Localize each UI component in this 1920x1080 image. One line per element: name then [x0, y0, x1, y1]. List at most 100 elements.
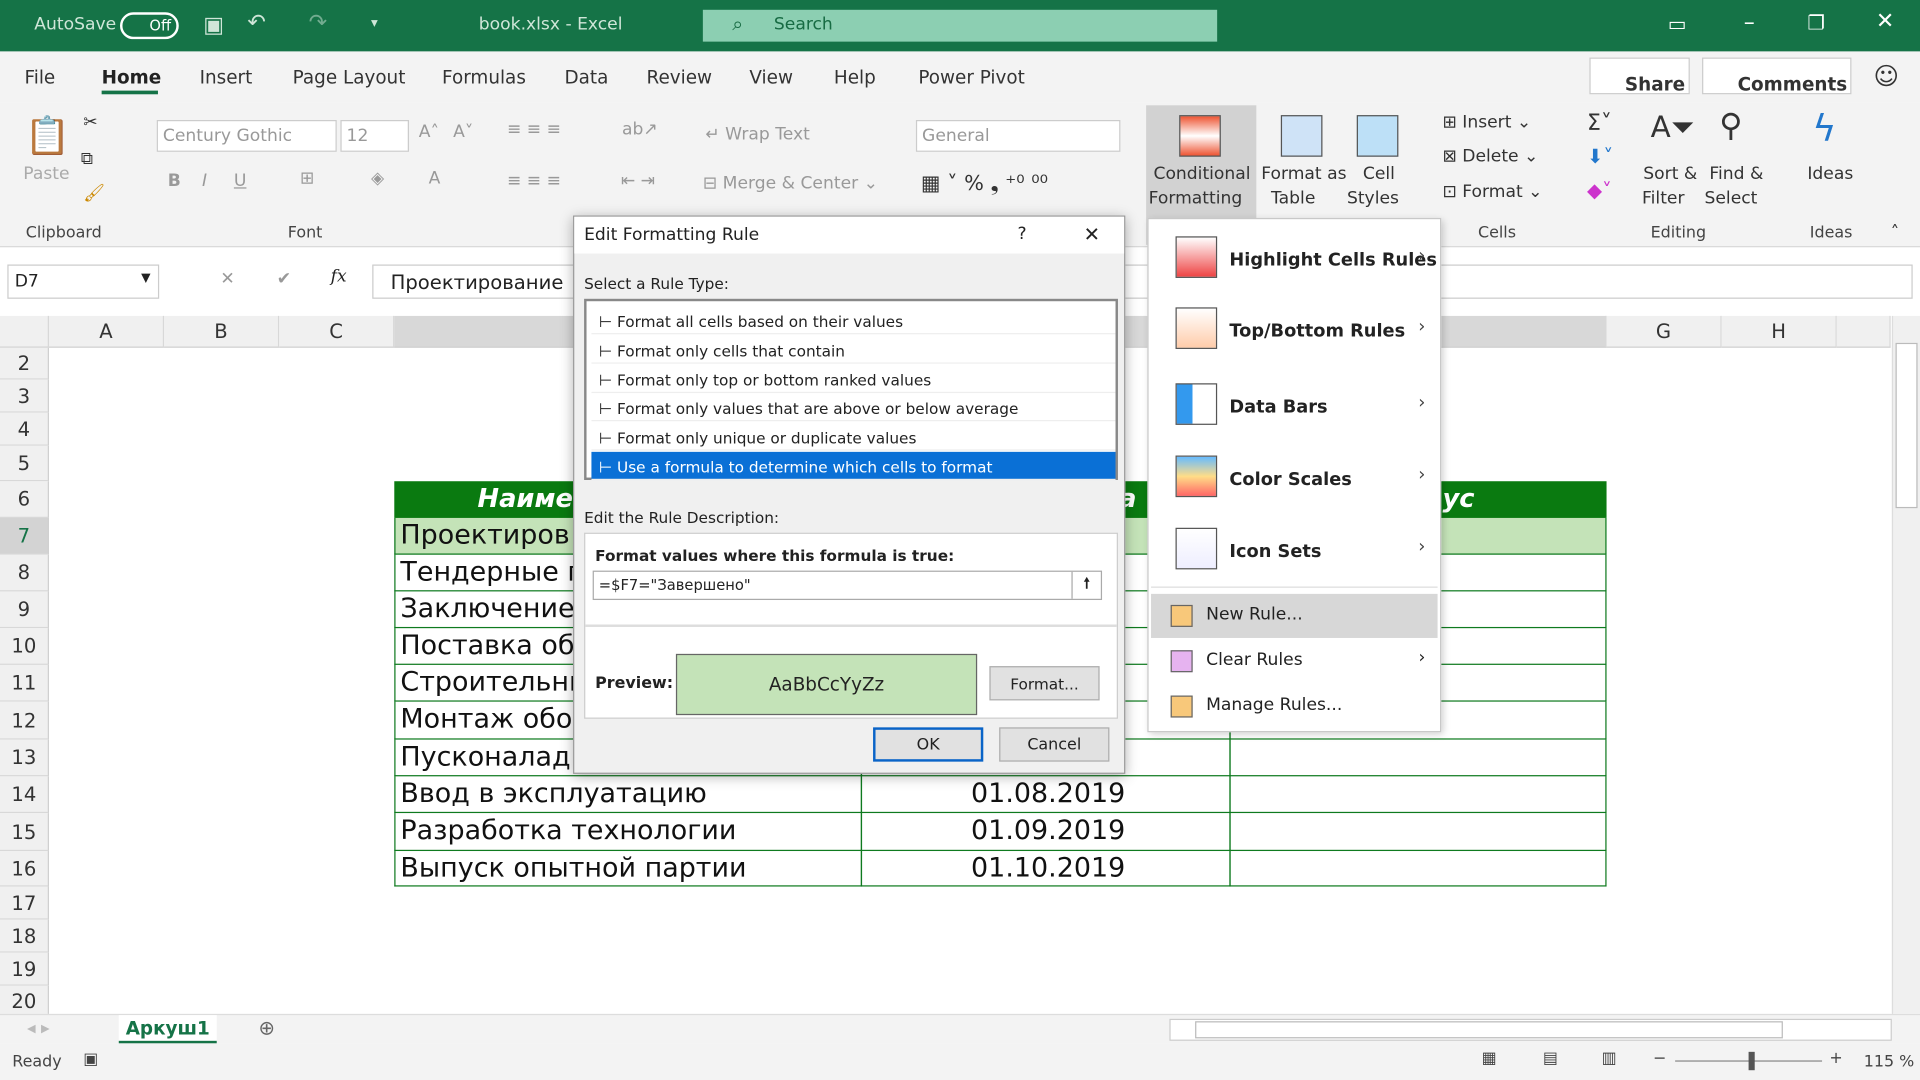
tab-home[interactable]: Home — [102, 66, 162, 88]
sheet-tab[interactable]: Аркуш1 — [118, 1015, 217, 1045]
confirm-entry-icon[interactable]: ✔ — [277, 269, 291, 289]
insert-function-icon[interactable]: fx — [331, 267, 347, 287]
row-header[interactable]: 6 — [0, 481, 49, 518]
select-all[interactable] — [0, 315, 49, 348]
column-header[interactable]: B — [164, 315, 280, 348]
row-header[interactable]: 17 — [0, 886, 49, 920]
font-name-box[interactable]: Century Gothic — [156, 120, 337, 152]
format-as-table-icon[interactable] — [1280, 115, 1323, 157]
date-cell[interactable]: 01.10.2019 — [860, 851, 1231, 887]
row-header[interactable]: 4 — [0, 412, 49, 446]
comments-button[interactable]: Comments — [1702, 57, 1852, 96]
share-button[interactable]: Share — [1589, 57, 1690, 96]
search-box[interactable]: ⌕ Search — [702, 9, 1218, 42]
tab-formulas[interactable]: Formulas — [442, 66, 526, 88]
align-top-icon[interactable]: ≡ ≡ ≡ — [507, 120, 561, 140]
vertical-scrollbar[interactable] — [1891, 315, 1920, 1014]
row-header[interactable]: 8 — [0, 554, 49, 592]
status-cell[interactable] — [1229, 776, 1607, 814]
underline-icon[interactable]: U — [234, 171, 247, 191]
rule-type-list[interactable]: ⊢ Format all cells based on their values… — [584, 298, 1118, 481]
ribbon-display-icon[interactable]: ▭ — [1668, 12, 1687, 35]
row-header[interactable]: 11 — [0, 664, 49, 702]
menu-item[interactable]: Highlight Cells Rules › — [1151, 236, 1438, 290]
minimize-button[interactable]: – — [1744, 10, 1755, 36]
row-header[interactable]: 14 — [0, 776, 49, 814]
increase-font-icon[interactable]: A˄ — [419, 122, 439, 142]
number-format-box[interactable]: General — [915, 120, 1121, 152]
autosave-toggle[interactable]: Off — [120, 12, 179, 40]
font-color-icon[interactable]: A — [429, 169, 441, 189]
tab-insert[interactable]: Insert — [200, 66, 253, 88]
borders-icon[interactable]: ⊞ — [300, 169, 314, 189]
rule-type-item[interactable]: ⊢ Format only cells that contain — [591, 335, 1116, 364]
task-name-cell[interactable]: Выпуск опытной партии — [394, 851, 863, 887]
rule-type-item[interactable]: ⊢ Format only top or bottom ranked value… — [591, 364, 1116, 393]
tab-review[interactable]: Review — [647, 66, 713, 88]
row-header[interactable]: 9 — [0, 591, 49, 629]
column-header[interactable]: H — [1721, 315, 1837, 348]
font-size-box[interactable]: 12 — [340, 120, 409, 152]
cancel-entry-icon[interactable]: ✕ — [220, 269, 234, 289]
name-box[interactable]: D7 ▼ — [7, 264, 160, 299]
row-header[interactable]: 7 — [0, 517, 49, 555]
insert-cells-button[interactable]: ⊞ Insert ⌄ — [1442, 113, 1531, 133]
zoom-level[interactable]: 115 % — [1864, 1053, 1915, 1071]
rule-type-item[interactable]: ⊢ Format only values that are above or b… — [591, 394, 1116, 422]
copy-icon[interactable]: ⧉ — [81, 149, 93, 169]
menu-item[interactable]: Data Bars › — [1151, 383, 1438, 437]
tab-page-layout[interactable]: Page Layout — [293, 66, 406, 88]
tab-data[interactable]: Data — [564, 66, 608, 88]
orientation-icon[interactable]: ab↗ — [622, 120, 658, 140]
normal-view-icon[interactable]: ▦ — [1482, 1049, 1497, 1067]
cancel-button[interactable]: Cancel — [999, 727, 1110, 762]
save-icon[interactable]: ▣ — [203, 12, 224, 38]
row-header[interactable]: 18 — [0, 919, 49, 953]
task-name-cell[interactable]: Разработка технологии — [394, 813, 863, 852]
row-header[interactable]: 20 — [0, 985, 49, 1017]
rule-type-item[interactable]: ⊢ Format only unique or duplicate values — [591, 423, 1116, 451]
collapse-ribbon-icon[interactable]: ˄ — [1891, 223, 1900, 243]
column-header[interactable]: G — [1606, 315, 1722, 348]
row-header[interactable]: 5 — [0, 445, 49, 482]
decrease-font-icon[interactable]: A˅ — [453, 122, 473, 142]
menu-item[interactable]: Color Scales › — [1151, 455, 1438, 510]
task-name-cell[interactable]: Ввод в эксплуатацию — [394, 776, 863, 814]
tab-help[interactable]: Help — [834, 66, 876, 88]
date-cell[interactable]: 01.09.2019 — [860, 813, 1231, 852]
number-format-icons[interactable]: ▦ ˅ % ❟ ⁺⁰ ⁰⁰ — [921, 171, 1048, 195]
row-header[interactable]: 19 — [0, 952, 49, 986]
rule-type-item[interactable]: ⊢ Use a formula to determine which cells… — [591, 451, 1116, 481]
undo-icon[interactable]: ↶ — [247, 10, 265, 36]
zoom-in-icon[interactable]: + — [1829, 1049, 1842, 1067]
ok-button[interactable]: OK — [873, 727, 984, 762]
menu-clear-rules[interactable]: Clear Rules › — [1151, 639, 1438, 683]
status-cell[interactable] — [1229, 739, 1607, 777]
indent-icons[interactable]: ⇤ ⇥ — [621, 171, 655, 191]
row-header[interactable]: 10 — [0, 628, 49, 665]
row-header[interactable]: 13 — [0, 739, 49, 777]
help-button[interactable]: ? — [1018, 224, 1027, 244]
menu-new-rule[interactable]: New Rule... — [1151, 593, 1438, 638]
merge-center-button[interactable]: ⊟ Merge & Center ⌄ — [703, 174, 878, 194]
zoom-slider-thumb[interactable] — [1748, 1051, 1755, 1071]
formula-field[interactable]: =$F7="Завершено" 🠕 — [592, 570, 1103, 601]
column-header[interactable]: A — [48, 315, 165, 348]
column-header[interactable]: C — [279, 315, 395, 348]
cut-icon[interactable]: ✂ — [83, 113, 97, 133]
scroll-tabs-icons[interactable]: ◂ ▸ — [27, 1019, 50, 1039]
tab-file[interactable]: File — [24, 66, 55, 88]
page-layout-view-icon[interactable]: ▤ — [1543, 1049, 1558, 1067]
zoom-out-icon[interactable]: − — [1653, 1049, 1666, 1067]
italic-icon[interactable]: I — [202, 171, 207, 191]
row-header[interactable]: 2 — [0, 347, 49, 380]
cell-styles-icon[interactable] — [1356, 115, 1399, 157]
bold-icon[interactable]: B — [168, 171, 181, 191]
wrap-text-button[interactable]: ↵ Wrap Text — [705, 125, 810, 145]
delete-cells-button[interactable]: ⊠ Delete ⌄ — [1442, 147, 1538, 167]
menu-manage-rules[interactable]: Manage Rules... — [1151, 684, 1438, 728]
row-header[interactable]: 12 — [0, 701, 49, 740]
format-cells-button[interactable]: ⊡ Format ⌄ — [1442, 182, 1542, 202]
row-header[interactable]: 3 — [0, 379, 49, 413]
scroll-thumb[interactable] — [1895, 342, 1918, 509]
